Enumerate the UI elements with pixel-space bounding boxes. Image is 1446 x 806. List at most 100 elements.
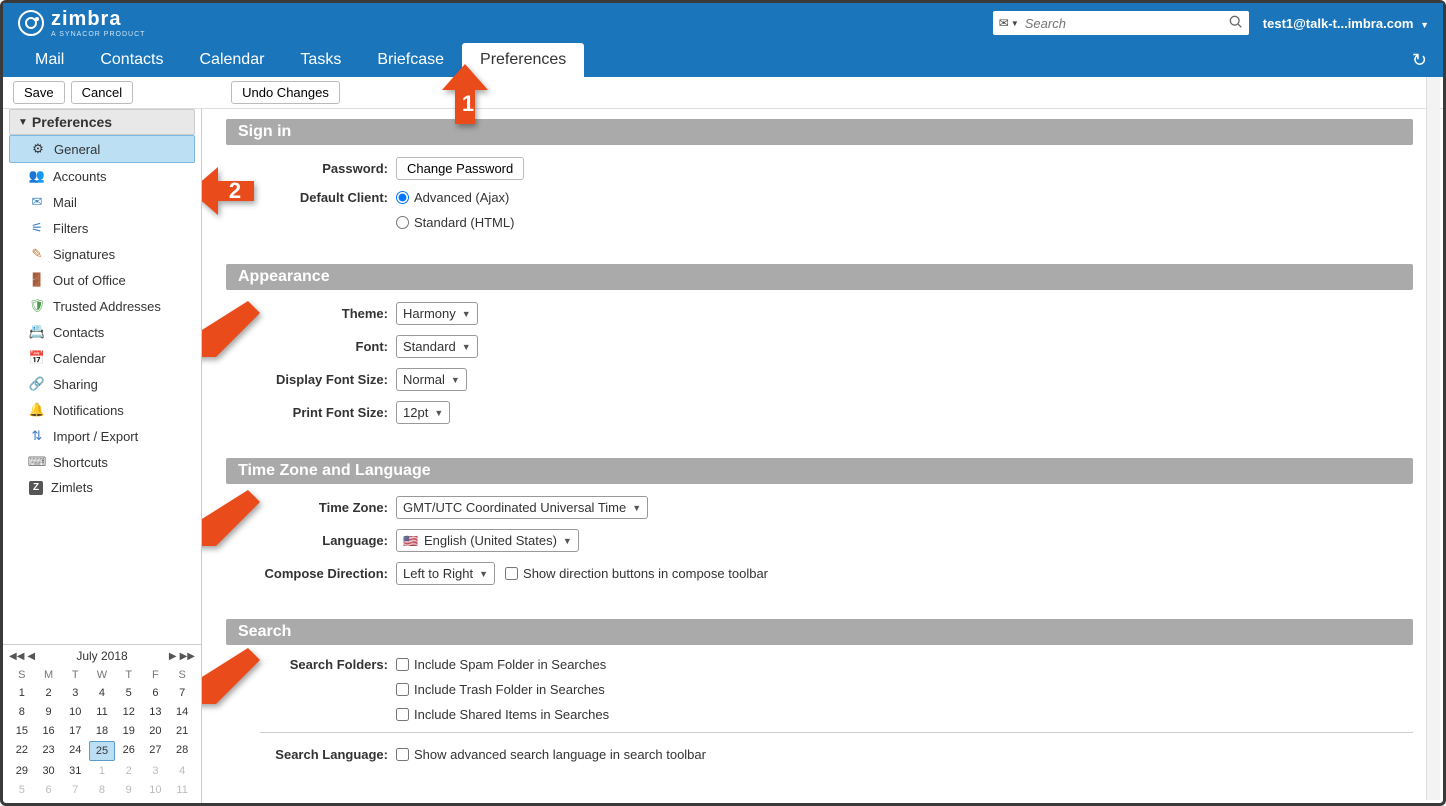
logo[interactable]: zimbra A SYNACOR PRODUCT xyxy=(17,8,145,38)
user-menu[interactable]: test1@talk-t...imbra.com ▼ xyxy=(1263,16,1429,31)
cal-day[interactable]: 23 xyxy=(36,741,62,761)
sidebar-item-sharing[interactable]: 🔗Sharing xyxy=(3,371,201,397)
cal-day[interactable]: 8 xyxy=(9,703,35,721)
vertical-scrollbar[interactable] xyxy=(1426,77,1440,800)
search-scope-selector[interactable]: ✉ ▼ xyxy=(999,16,1019,30)
radio-standard-html[interactable]: Standard (HTML) xyxy=(396,215,514,230)
sidebar-item-notifications[interactable]: 🔔Notifications xyxy=(3,397,201,423)
cal-day[interactable]: 2 xyxy=(116,762,142,780)
cal-day[interactable]: 3 xyxy=(62,684,88,702)
sidebar-item-trusted-addresses[interactable]: 🛡Trusted Addresses xyxy=(3,293,201,319)
search-input[interactable] xyxy=(1025,16,1223,31)
theme-select[interactable]: Harmony▼ xyxy=(396,302,478,325)
cal-day[interactable]: 16 xyxy=(36,722,62,740)
cal-day[interactable]: 10 xyxy=(143,781,169,799)
cal-day[interactable]: 24 xyxy=(62,741,88,761)
font-select[interactable]: Standard▼ xyxy=(396,335,478,358)
sidebar-item-accounts[interactable]: 👥Accounts xyxy=(3,163,201,189)
cal-day[interactable]: 2 xyxy=(36,684,62,702)
check-include-spam[interactable]: Include Spam Folder in Searches xyxy=(396,657,606,672)
cal-day[interactable]: 1 xyxy=(9,684,35,702)
cal-prev-year-icon[interactable]: ◀◀ xyxy=(9,651,24,662)
cal-day[interactable]: 19 xyxy=(116,722,142,740)
caret-down-icon: ▼ xyxy=(462,309,471,319)
cal-day[interactable]: 27 xyxy=(143,741,169,761)
sidebar-item-general[interactable]: ⚙General xyxy=(9,135,195,163)
cal-day[interactable]: 5 xyxy=(116,684,142,702)
cal-day[interactable]: 10 xyxy=(62,703,88,721)
cal-day[interactable]: 13 xyxy=(143,703,169,721)
cal-day[interactable]: 3 xyxy=(143,762,169,780)
label-font: Font: xyxy=(226,339,396,354)
cal-day[interactable]: 15 xyxy=(9,722,35,740)
cal-next-year-icon[interactable]: ▶▶ xyxy=(180,651,195,662)
cal-day[interactable]: 11 xyxy=(89,703,115,721)
cal-day[interactable]: 25 xyxy=(89,741,115,761)
cal-day[interactable]: 4 xyxy=(169,762,195,780)
cal-day[interactable]: 30 xyxy=(36,762,62,780)
cal-day[interactable]: 11 xyxy=(169,781,195,799)
print-font-size-select[interactable]: 12pt▼ xyxy=(396,401,450,424)
cal-day[interactable]: 29 xyxy=(9,762,35,780)
change-password-button[interactable]: Change Password xyxy=(396,157,524,180)
sidebar-item-contacts[interactable]: 📇Contacts xyxy=(3,319,201,345)
cal-day[interactable]: 17 xyxy=(62,722,88,740)
cal-day[interactable]: 26 xyxy=(116,741,142,761)
cal-next-month-icon[interactable]: ▶ xyxy=(169,651,177,662)
cal-day[interactable]: 9 xyxy=(116,781,142,799)
cal-day[interactable]: 7 xyxy=(169,684,195,702)
sidebar-label: Accounts xyxy=(53,169,106,184)
label-password: Password: xyxy=(226,161,396,176)
sidebar-item-zimlets[interactable]: ZZimlets xyxy=(3,475,201,500)
cal-month-title[interactable]: July 2018 xyxy=(76,649,127,663)
global-search[interactable]: ✉ ▼ xyxy=(993,11,1249,35)
radio-advanced-ajax[interactable]: Advanced (Ajax) xyxy=(396,190,509,205)
display-font-size-select[interactable]: Normal▼ xyxy=(396,368,467,391)
cal-day[interactable]: 22 xyxy=(9,741,35,761)
cal-day[interactable]: 28 xyxy=(169,741,195,761)
sidebar-item-import-export[interactable]: ⇅Import / Export xyxy=(3,423,201,449)
check-include-shared[interactable]: Include Shared Items in Searches xyxy=(396,707,609,722)
cal-day[interactable]: 21 xyxy=(169,722,195,740)
compose-direction-select[interactable]: Left to Right▼ xyxy=(396,562,495,585)
cal-day[interactable]: 5 xyxy=(9,781,35,799)
cal-day[interactable]: 20 xyxy=(143,722,169,740)
sidebar-item-mail[interactable]: ✉Mail xyxy=(3,189,201,215)
sidebar-item-shortcuts[interactable]: ⌨Shortcuts xyxy=(3,449,201,475)
cal-day[interactable]: 7 xyxy=(62,781,88,799)
mail-icon: ✉ xyxy=(29,194,45,210)
cancel-button[interactable]: Cancel xyxy=(71,81,133,104)
sidebar-item-out-of-office[interactable]: 🚪Out of Office xyxy=(3,267,201,293)
cal-day[interactable]: 1 xyxy=(89,762,115,780)
tab-briefcase[interactable]: Briefcase xyxy=(359,43,462,77)
language-select[interactable]: 🇺🇸English (United States)▼ xyxy=(396,529,579,552)
cal-day[interactable]: 8 xyxy=(89,781,115,799)
tab-preferences[interactable]: Preferences xyxy=(462,43,584,77)
undo-changes-button[interactable]: Undo Changes xyxy=(231,81,340,104)
sidebar-header[interactable]: ▼ Preferences xyxy=(9,109,195,135)
cal-day[interactable]: 9 xyxy=(36,703,62,721)
timezone-select[interactable]: GMT/UTC Coordinated Universal Time▼ xyxy=(396,496,648,519)
cal-day[interactable]: 4 xyxy=(89,684,115,702)
cal-day[interactable]: 6 xyxy=(143,684,169,702)
cal-day[interactable]: 12 xyxy=(116,703,142,721)
tab-contacts[interactable]: Contacts xyxy=(82,43,181,77)
tab-mail[interactable]: Mail xyxy=(17,43,82,77)
check-advanced-search-language[interactable]: Show advanced search language in search … xyxy=(396,747,706,762)
tab-calendar[interactable]: Calendar xyxy=(181,43,282,77)
save-button[interactable]: Save xyxy=(13,81,65,104)
cal-day[interactable]: 14 xyxy=(169,703,195,721)
refresh-icon[interactable]: ↻ xyxy=(1412,50,1427,71)
search-icon[interactable] xyxy=(1229,15,1243,32)
check-include-trash[interactable]: Include Trash Folder in Searches xyxy=(396,682,605,697)
sidebar-item-calendar[interactable]: 📅Calendar xyxy=(3,345,201,371)
cal-day[interactable]: 6 xyxy=(36,781,62,799)
cal-day[interactable]: 31 xyxy=(62,762,88,780)
check-show-direction-buttons[interactable]: Show direction buttons in compose toolba… xyxy=(505,566,768,581)
cal-prev-month-icon[interactable]: ◀ xyxy=(27,651,35,662)
caret-down-icon: ▼ xyxy=(434,408,443,418)
tab-tasks[interactable]: Tasks xyxy=(282,43,359,77)
sidebar-item-signatures[interactable]: ✎Signatures xyxy=(3,241,201,267)
cal-day[interactable]: 18 xyxy=(89,722,115,740)
sidebar-item-filters[interactable]: ⚟Filters xyxy=(3,215,201,241)
